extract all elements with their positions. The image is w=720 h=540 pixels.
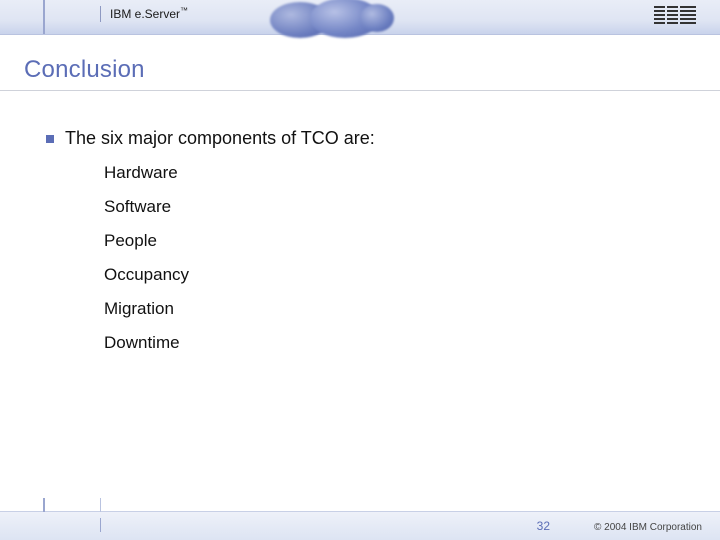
list-item: Occupancy <box>104 265 680 285</box>
footer-divider-upper <box>100 498 101 512</box>
title-underline <box>0 90 720 91</box>
page-number: 32 <box>537 519 550 533</box>
ibm-logo-icon <box>654 6 696 24</box>
lead-bullet: The six major components of TCO are: <box>46 128 680 149</box>
list-item: Downtime <box>104 333 680 353</box>
blob-decoration <box>360 4 394 32</box>
footer-accent-line <box>43 498 45 512</box>
content-area: The six major components of TCO are: Har… <box>46 128 680 367</box>
list-item: Migration <box>104 299 680 319</box>
copyright-text: © 2004 IBM Corporation <box>594 522 702 533</box>
blob-decoration <box>310 0 380 38</box>
header-bar: IBM e.Server™ <box>0 0 720 35</box>
list-item: People <box>104 231 680 251</box>
lead-text: The six major components of TCO are: <box>65 128 375 148</box>
blob-decoration <box>270 2 330 38</box>
footer-bar: 32 © 2004 IBM Corporation <box>0 511 720 540</box>
brand-tm: ™ <box>180 6 188 15</box>
header-accent-line <box>43 0 45 34</box>
item-list: Hardware Software People Occupancy Migra… <box>46 163 680 353</box>
list-item: Software <box>104 197 680 217</box>
footer-divider <box>100 518 101 532</box>
header-divider <box>100 6 101 22</box>
brand-text: IBM e.Server <box>110 7 180 21</box>
header-decorative-blobs <box>270 0 390 40</box>
slide-title: Conclusion <box>24 56 145 84</box>
bullet-square-icon <box>46 135 54 143</box>
list-item: Hardware <box>104 163 680 183</box>
brand-label: IBM e.Server™ <box>110 7 188 21</box>
